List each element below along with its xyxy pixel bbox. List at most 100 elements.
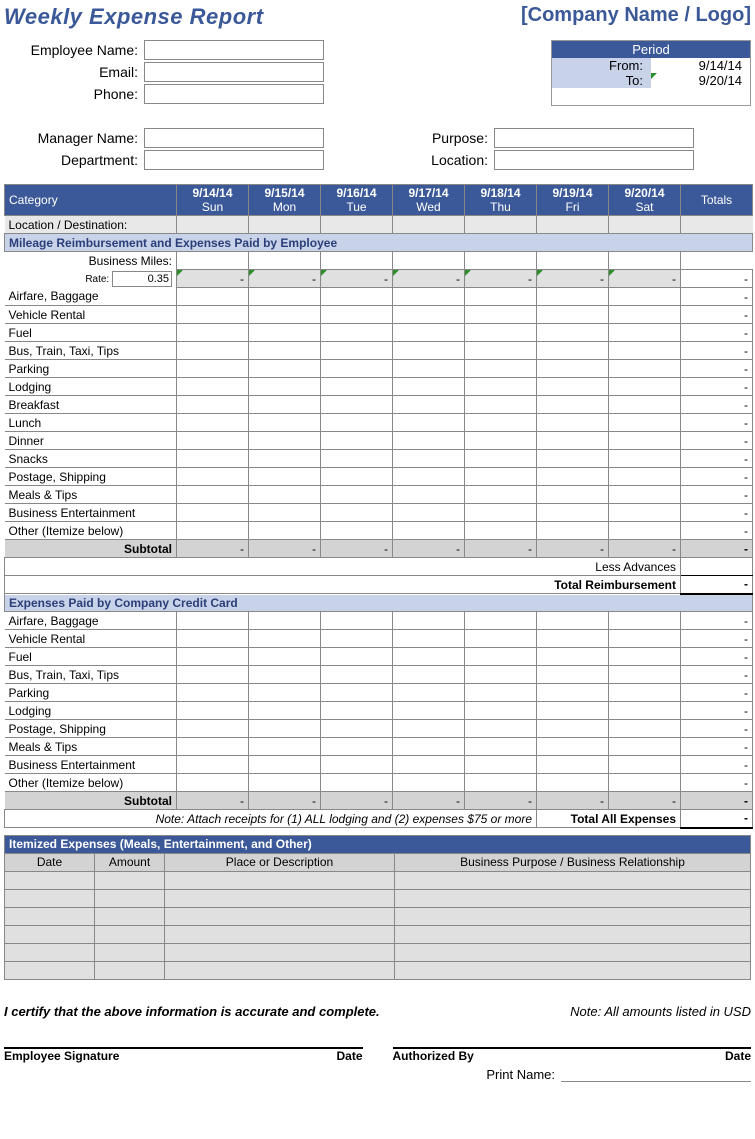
period-from-value[interactable]: 9/14/14 — [651, 58, 750, 73]
expense-cell[interactable] — [177, 378, 249, 396]
expense-cell[interactable] — [249, 702, 321, 720]
expense-cell[interactable] — [465, 756, 537, 774]
expense-cell[interactable] — [393, 450, 465, 468]
expense-cell[interactable] — [609, 504, 681, 522]
expense-cell[interactable] — [465, 738, 537, 756]
expense-cell[interactable] — [393, 414, 465, 432]
expense-cell[interactable] — [537, 630, 609, 648]
expense-cell[interactable] — [321, 450, 393, 468]
expense-cell[interactable] — [465, 378, 537, 396]
department-input[interactable] — [144, 150, 324, 170]
expense-cell[interactable] — [249, 756, 321, 774]
expense-cell[interactable] — [537, 720, 609, 738]
expense-cell[interactable] — [609, 468, 681, 486]
expense-cell[interactable] — [609, 378, 681, 396]
expense-cell[interactable] — [465, 468, 537, 486]
expense-cell[interactable] — [177, 324, 249, 342]
expense-cell[interactable] — [177, 396, 249, 414]
expense-cell[interactable] — [537, 414, 609, 432]
expense-cell[interactable] — [465, 666, 537, 684]
expense-cell[interactable] — [465, 324, 537, 342]
expense-cell[interactable] — [537, 522, 609, 540]
expense-cell[interactable] — [465, 306, 537, 324]
expense-cell[interactable] — [393, 648, 465, 666]
expense-cell[interactable] — [465, 432, 537, 450]
expense-cell[interactable] — [177, 486, 249, 504]
location-input[interactable] — [494, 150, 694, 170]
expense-cell[interactable] — [249, 468, 321, 486]
expense-cell[interactable] — [321, 324, 393, 342]
expense-cell[interactable] — [393, 378, 465, 396]
authorized-signature-line[interactable]: Authorized By Date — [393, 1047, 752, 1063]
expense-cell[interactable] — [465, 342, 537, 360]
expense-cell[interactable] — [249, 432, 321, 450]
expense-cell[interactable] — [321, 630, 393, 648]
expense-cell[interactable] — [321, 378, 393, 396]
expense-cell[interactable] — [465, 702, 537, 720]
expense-cell[interactable] — [321, 738, 393, 756]
employee-signature-line[interactable]: Employee Signature Date — [4, 1047, 363, 1063]
expense-cell[interactable] — [609, 666, 681, 684]
expense-cell[interactable] — [249, 630, 321, 648]
expense-cell[interactable] — [465, 630, 537, 648]
expense-cell[interactable] — [465, 612, 537, 630]
expense-cell[interactable] — [465, 360, 537, 378]
expense-cell[interactable] — [249, 684, 321, 702]
expense-cell[interactable] — [321, 774, 393, 792]
less-advances-value[interactable] — [681, 558, 753, 576]
expense-cell[interactable] — [177, 612, 249, 630]
expense-cell[interactable] — [177, 450, 249, 468]
expense-cell[interactable] — [321, 396, 393, 414]
expense-cell[interactable] — [321, 306, 393, 324]
miles-cell[interactable] — [249, 252, 321, 270]
expense-cell[interactable] — [321, 468, 393, 486]
expense-cell[interactable] — [321, 666, 393, 684]
expense-cell[interactable] — [393, 774, 465, 792]
miles-cell[interactable] — [465, 252, 537, 270]
expense-cell[interactable] — [249, 324, 321, 342]
print-name-input[interactable] — [561, 1067, 751, 1082]
expense-cell[interactable] — [249, 504, 321, 522]
expense-cell[interactable] — [177, 432, 249, 450]
loc-cell[interactable] — [249, 216, 321, 234]
expense-cell[interactable] — [249, 738, 321, 756]
expense-cell[interactable] — [465, 504, 537, 522]
expense-cell[interactable] — [465, 414, 537, 432]
expense-cell[interactable] — [609, 324, 681, 342]
expense-cell[interactable] — [609, 360, 681, 378]
itemized-row[interactable] — [5, 871, 751, 889]
expense-cell[interactable] — [465, 486, 537, 504]
expense-cell[interactable] — [609, 630, 681, 648]
expense-cell[interactable] — [537, 396, 609, 414]
expense-cell[interactable] — [249, 342, 321, 360]
expense-cell[interactable] — [177, 504, 249, 522]
expense-cell[interactable] — [609, 414, 681, 432]
expense-cell[interactable] — [465, 720, 537, 738]
itemized-row[interactable] — [5, 907, 751, 925]
expense-cell[interactable] — [609, 522, 681, 540]
miles-cell[interactable] — [393, 252, 465, 270]
expense-cell[interactable] — [249, 666, 321, 684]
expense-cell[interactable] — [393, 684, 465, 702]
expense-cell[interactable] — [177, 684, 249, 702]
expense-cell[interactable] — [465, 648, 537, 666]
manager-input[interactable] — [144, 128, 324, 148]
expense-cell[interactable] — [177, 414, 249, 432]
expense-cell[interactable] — [249, 378, 321, 396]
expense-cell[interactable] — [393, 666, 465, 684]
expense-cell[interactable] — [177, 288, 249, 306]
expense-cell[interactable] — [393, 360, 465, 378]
expense-cell[interactable] — [177, 738, 249, 756]
expense-cell[interactable] — [393, 504, 465, 522]
expense-cell[interactable] — [177, 756, 249, 774]
expense-cell[interactable] — [177, 666, 249, 684]
expense-cell[interactable] — [177, 630, 249, 648]
expense-cell[interactable] — [537, 756, 609, 774]
expense-cell[interactable] — [321, 756, 393, 774]
expense-cell[interactable] — [177, 360, 249, 378]
expense-cell[interactable] — [537, 684, 609, 702]
expense-cell[interactable] — [537, 774, 609, 792]
miles-cell[interactable] — [177, 252, 249, 270]
expense-cell[interactable] — [465, 450, 537, 468]
itemized-row[interactable] — [5, 961, 751, 979]
